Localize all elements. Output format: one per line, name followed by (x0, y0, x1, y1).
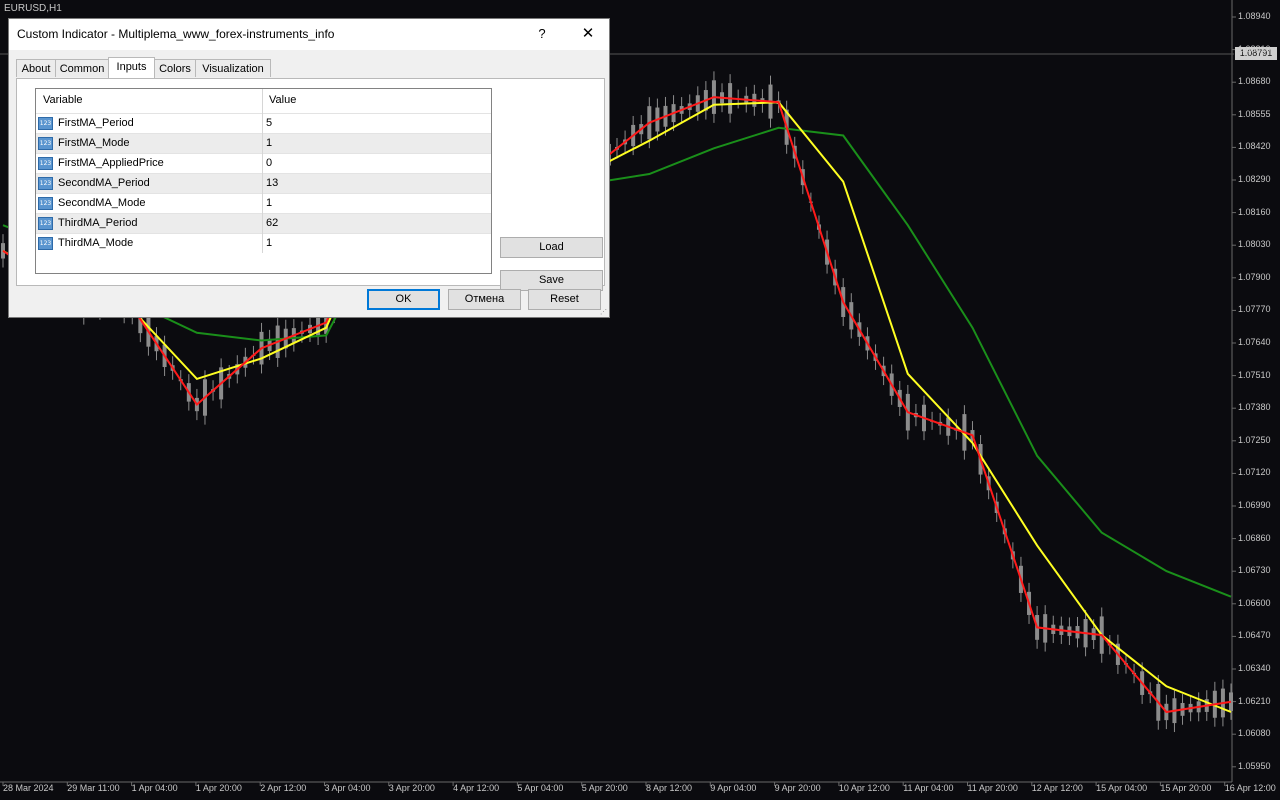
column-divider (262, 89, 263, 253)
input-row[interactable]: 123 FirstMA_Mode 1 (36, 133, 491, 153)
price-tick-label: 1.08680 (1238, 76, 1271, 87)
tab-colors[interactable]: Colors (154, 59, 196, 77)
time-tick-label: 2 Apr 12:00 (260, 783, 307, 793)
input-row[interactable]: 123 ThirdMA_Period 62 (36, 213, 491, 233)
price-tick-label: 1.07770 (1238, 304, 1271, 315)
resize-grip-icon[interactable]: ⋰ (600, 309, 608, 317)
time-tick-label: 11 Apr 04:00 (903, 783, 954, 793)
price-tick-label: 1.06990 (1238, 500, 1271, 510)
price-tick-label: 1.06600 (1238, 597, 1271, 608)
help-button[interactable]: ? (527, 22, 557, 46)
close-icon[interactable]: ✕ (573, 22, 603, 46)
integer-param-icon: 123 (38, 137, 53, 150)
price-tick-label: 1.06340 (1238, 663, 1271, 673)
param-value[interactable]: 5 (266, 117, 272, 129)
header-variable[interactable]: Variable (43, 94, 83, 106)
param-name: SecondMA_Mode (58, 197, 146, 209)
param-value[interactable]: 62 (266, 217, 278, 229)
integer-param-icon: 123 (38, 177, 53, 190)
price-tick-label: 1.07250 (1238, 434, 1271, 445)
reset-button[interactable]: Reset (528, 289, 601, 310)
input-row[interactable]: 123 SecondMA_Period 13 (36, 173, 491, 193)
param-name: FirstMA_Mode (58, 137, 130, 149)
header-value[interactable]: Value (269, 94, 296, 106)
integer-param-icon: 123 (38, 157, 53, 170)
price-tick-label: 1.05950 (1238, 760, 1271, 771)
param-value[interactable]: 1 (266, 137, 272, 149)
input-row[interactable]: 123 FirstMA_AppliedPrice 0 (36, 153, 491, 173)
time-tick-label: 28 Mar 2024 (3, 783, 54, 793)
load-button[interactable]: Load (500, 237, 603, 258)
input-row[interactable]: 123 FirstMA_Period 5 (36, 113, 491, 133)
time-tick-label: 9 Apr 04:00 (710, 783, 757, 793)
price-tick-label: 1.06860 (1238, 532, 1271, 543)
time-tick-label: 10 Apr 12:00 (838, 783, 890, 793)
ok-button[interactable]: OK (367, 289, 440, 310)
price-tick-label: 1.07900 (1238, 271, 1271, 282)
price-tick-label: 1.07380 (1238, 402, 1271, 413)
param-name: FirstMA_AppliedPrice (58, 157, 164, 169)
param-name: ThirdMA_Mode (58, 237, 134, 249)
price-tick-label: 1.06210 (1238, 695, 1271, 706)
tab-common[interactable]: Common (55, 59, 109, 77)
price-tick-label: 1.08940 (1238, 11, 1271, 21)
time-tick-label: 1 Apr 20:00 (195, 783, 242, 793)
time-tick-label: 3 Apr 20:00 (388, 783, 435, 793)
time-tick-label: 8 Apr 12:00 (646, 783, 693, 793)
integer-param-icon: 123 (38, 197, 53, 210)
price-tick-label: 1.08160 (1238, 206, 1271, 217)
price-tick-label: 1.07640 (1238, 337, 1271, 347)
tab-visualization[interactable]: Visualization (195, 59, 271, 77)
integer-param-icon: 123 (38, 237, 53, 250)
price-tick-label: 1.07510 (1238, 369, 1271, 380)
param-name: FirstMA_Period (58, 117, 134, 129)
input-row[interactable]: 123 SecondMA_Mode 1 (36, 193, 491, 213)
dialog-title: Custom Indicator - Multiplema_www_forex-… (17, 27, 335, 41)
time-tick-label: 1 Apr 04:00 (131, 783, 178, 793)
price-tick-label: 1.08810 (1238, 43, 1271, 54)
time-tick-label: 4 Apr 12:00 (453, 783, 500, 793)
chart-symbol: EURUSD,H1 (4, 3, 62, 14)
time-tick-label: 16 Apr 12:00 (1224, 783, 1276, 793)
time-tick-label: 5 Apr 20:00 (581, 783, 628, 793)
inputs-panel: Variable Value 123 FirstMA_Period 5 123 Firs… (16, 78, 605, 291)
time-tick-label: 12 Apr 12:00 (1031, 783, 1083, 793)
input-row[interactable]: 123 ThirdMA_Mode 1 (36, 233, 491, 253)
time-tick-label: 15 Apr 20:00 (1160, 783, 1212, 793)
custom-indicator-dialog: Custom Indicator - Multiplema_www_forex-… (8, 18, 610, 318)
grid-header: Variable Value (36, 89, 491, 113)
save-button[interactable]: Save (500, 270, 603, 291)
param-name: ThirdMA_Period (58, 217, 138, 229)
time-tick-label: 15 Apr 04:00 (1096, 783, 1148, 793)
param-value[interactable]: 0 (266, 157, 272, 169)
price-tick-label: 1.06730 (1238, 565, 1271, 576)
param-name: SecondMA_Period (58, 177, 150, 189)
tab-inputs[interactable]: Inputs (108, 57, 155, 78)
time-tick-label: 3 Apr 04:00 (324, 783, 371, 793)
time-tick-label: 9 Apr 20:00 (774, 783, 821, 793)
param-value[interactable]: 1 (266, 197, 272, 209)
time-tick-label: 5 Apr 04:00 (517, 783, 564, 793)
time-tick-label: 11 Apr 20:00 (967, 783, 1018, 793)
time-tick-label: 29 Mar 11:00 (67, 783, 120, 793)
price-tick-label: 1.06080 (1238, 728, 1271, 739)
price-tick-label: 1.06470 (1238, 630, 1271, 641)
price-tick-label: 1.08030 (1238, 239, 1271, 250)
integer-param-icon: 123 (38, 117, 53, 130)
price-tick-label: 1.08290 (1238, 174, 1271, 184)
tab-about[interactable]: About (16, 59, 56, 77)
cancel-button[interactable]: Отмена (448, 289, 521, 310)
price-tick-label: 1.08420 (1238, 141, 1271, 152)
price-tick-label: 1.08555 (1238, 108, 1271, 119)
price-tick-label: 1.07120 (1238, 467, 1271, 478)
dialog-titlebar[interactable]: Custom Indicator - Multiplema_www_forex-… (9, 19, 609, 50)
integer-param-icon: 123 (38, 217, 53, 230)
param-value[interactable]: 1 (266, 237, 272, 249)
param-value[interactable]: 13 (266, 177, 278, 189)
inputs-grid: Variable Value 123 FirstMA_Period 5 123 Firs… (35, 88, 492, 274)
